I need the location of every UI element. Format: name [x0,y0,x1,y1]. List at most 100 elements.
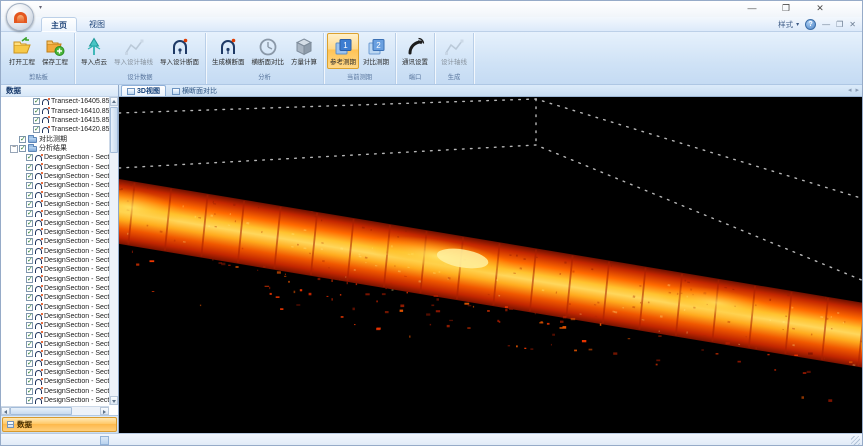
save-project-button[interactable]: 保存工程 [39,33,71,69]
import-design-section-button[interactable]: 导入设计断面 [157,33,202,69]
tree-item-checkbox[interactable] [33,98,40,105]
vertical-scroll-thumb[interactable] [110,107,118,153]
collapse-toggle-icon[interactable] [24,117,31,124]
ribbon-restore-button[interactable]: ❐ [836,19,843,30]
tree-item[interactable]: 分析结果 [1,144,109,153]
tree-item[interactable]: DesignSection - Sect [1,396,109,405]
scroll-right-icon[interactable] [100,407,109,415]
tree-item[interactable]: DesignSection - Sect [1,228,109,237]
tree-item-checkbox[interactable] [26,341,33,348]
tree-vertical-scrollbar[interactable] [109,97,118,405]
collapse-toggle-icon[interactable] [17,285,24,292]
collapse-toggle-icon[interactable] [24,98,31,105]
panel-tab-data[interactable]: 数据 [2,417,117,432]
tab-cross-section-compare[interactable]: 横断面对比 [166,85,223,96]
collapse-toggle-icon[interactable] [17,276,24,283]
tree-item[interactable]: DesignSection - Sect [1,340,109,349]
quick-access-dropdown-icon[interactable]: ▾ [39,4,42,11]
tree-item[interactable]: 对比测期 [1,134,109,143]
collapse-toggle-icon[interactable] [17,388,24,395]
tree-item[interactable]: DesignSection - Sect [1,190,109,199]
tree-item[interactable]: DesignSection - Sect [1,293,109,302]
tree-item-checkbox[interactable] [26,201,33,208]
tree-item-checkbox[interactable] [26,313,33,320]
tree-item[interactable]: DesignSection - Sect [1,172,109,181]
tree-item[interactable]: DesignSection - Sect [1,181,109,190]
viewport-3d[interactable] [119,97,863,433]
tree-item-checkbox[interactable] [26,369,33,376]
tree-item-checkbox[interactable] [26,192,33,199]
collapse-toggle-icon[interactable] [17,369,24,376]
tree-item[interactable]: Transect-16420.85 [1,125,109,134]
import-pointcloud-button[interactable]: 导入点云 [78,33,110,69]
tree-item-checkbox[interactable] [26,360,33,367]
collapse-toggle-icon[interactable] [17,332,24,339]
tree-item[interactable]: DesignSection - Sect [1,218,109,227]
ribbon-minimize-button[interactable]: — [822,19,830,30]
tree-item-checkbox[interactable] [26,304,33,311]
collapse-toggle-icon[interactable] [17,360,24,367]
collapse-toggle-icon[interactable] [17,397,24,404]
tree-item[interactable]: Transect-16415.85 [1,116,109,125]
collapse-toggle-icon[interactable] [17,350,24,357]
collapse-toggle-icon[interactable] [24,126,31,133]
tree-item-checkbox[interactable] [33,126,40,133]
compare-epoch-button[interactable]: 2 对比测期 [360,33,392,69]
tree-item[interactable]: DesignSection - Sect [1,265,109,274]
collapse-toggle-icon[interactable] [17,192,24,199]
collapse-toggle-icon[interactable] [10,145,17,152]
style-dropdown[interactable]: 样式 [778,19,793,30]
tree-item-checkbox[interactable] [26,266,33,273]
tree-item-checkbox[interactable] [26,238,33,245]
tree-item[interactable]: DesignSection - Sect [1,303,109,312]
collapse-toggle-icon[interactable] [17,266,24,273]
tree-item[interactable]: DesignSection - Sect [1,312,109,321]
tree-item[interactable]: DesignSection - Sect [1,331,109,340]
tree-item[interactable]: DesignSection - Sect [1,321,109,330]
tree-item[interactable]: DesignSection - Sect [1,200,109,209]
tree-item-checkbox[interactable] [33,108,40,115]
ribbon-close-button[interactable]: ✕ [849,19,856,30]
horizontal-scroll-thumb[interactable] [10,407,72,415]
generate-cross-section-button[interactable]: 生成横断面 [209,33,248,69]
collapse-toggle-icon[interactable] [17,201,24,208]
import-design-axis-button[interactable]: 导入设计轴线 [111,33,156,69]
help-button[interactable]: ? [805,19,816,30]
tree-item-checkbox[interactable] [19,145,26,152]
tree-item-checkbox[interactable] [26,220,33,227]
collapse-toggle-icon[interactable] [17,248,24,255]
tree-item[interactable]: DesignSection - Sect [1,209,109,218]
minimize-button[interactable]: — [740,2,764,15]
tree-item-checkbox[interactable] [26,397,33,404]
maximize-button[interactable]: ❐ [774,2,798,15]
tab-view[interactable]: 视图 [80,17,114,32]
tree-item-checkbox[interactable] [19,136,26,143]
open-project-button[interactable]: 打开工程 [6,33,38,69]
collapse-toggle-icon[interactable] [17,173,24,180]
close-button[interactable]: ✕ [808,2,832,15]
tree-item[interactable]: DesignSection - Sect [1,368,109,377]
tree-item-checkbox[interactable] [26,154,33,161]
panel-options-icon[interactable] [100,436,109,445]
collapse-toggle-icon[interactable] [17,210,24,217]
tree-item-checkbox[interactable] [26,173,33,180]
tree-item[interactable]: DesignSection - Sect [1,237,109,246]
collapse-toggle-icon[interactable] [17,294,24,301]
tree-item-checkbox[interactable] [33,117,40,124]
design-axis-button[interactable]: 设计轴线 [438,33,470,69]
collapse-toggle-icon[interactable] [17,304,24,311]
tree-item-checkbox[interactable] [26,378,33,385]
tab-3d-view[interactable]: 3D视图 [121,85,166,96]
scroll-down-icon[interactable] [110,396,118,405]
tree-item-checkbox[interactable] [26,229,33,236]
tree-item-checkbox[interactable] [26,210,33,217]
tree-item-checkbox[interactable] [26,164,33,171]
tree-item[interactable]: DesignSection - Sect [1,387,109,396]
collapse-toggle-icon[interactable] [17,238,24,245]
reference-epoch-button[interactable]: 1 参考测期 [327,33,359,69]
tree-item-checkbox[interactable] [26,248,33,255]
tree-item[interactable]: Transect-16405.85 [1,97,109,106]
tree-item-checkbox[interactable] [26,294,33,301]
tree-item[interactable]: DesignSection - Sect [1,162,109,171]
tree-item[interactable]: DesignSection - Sect [1,359,109,368]
